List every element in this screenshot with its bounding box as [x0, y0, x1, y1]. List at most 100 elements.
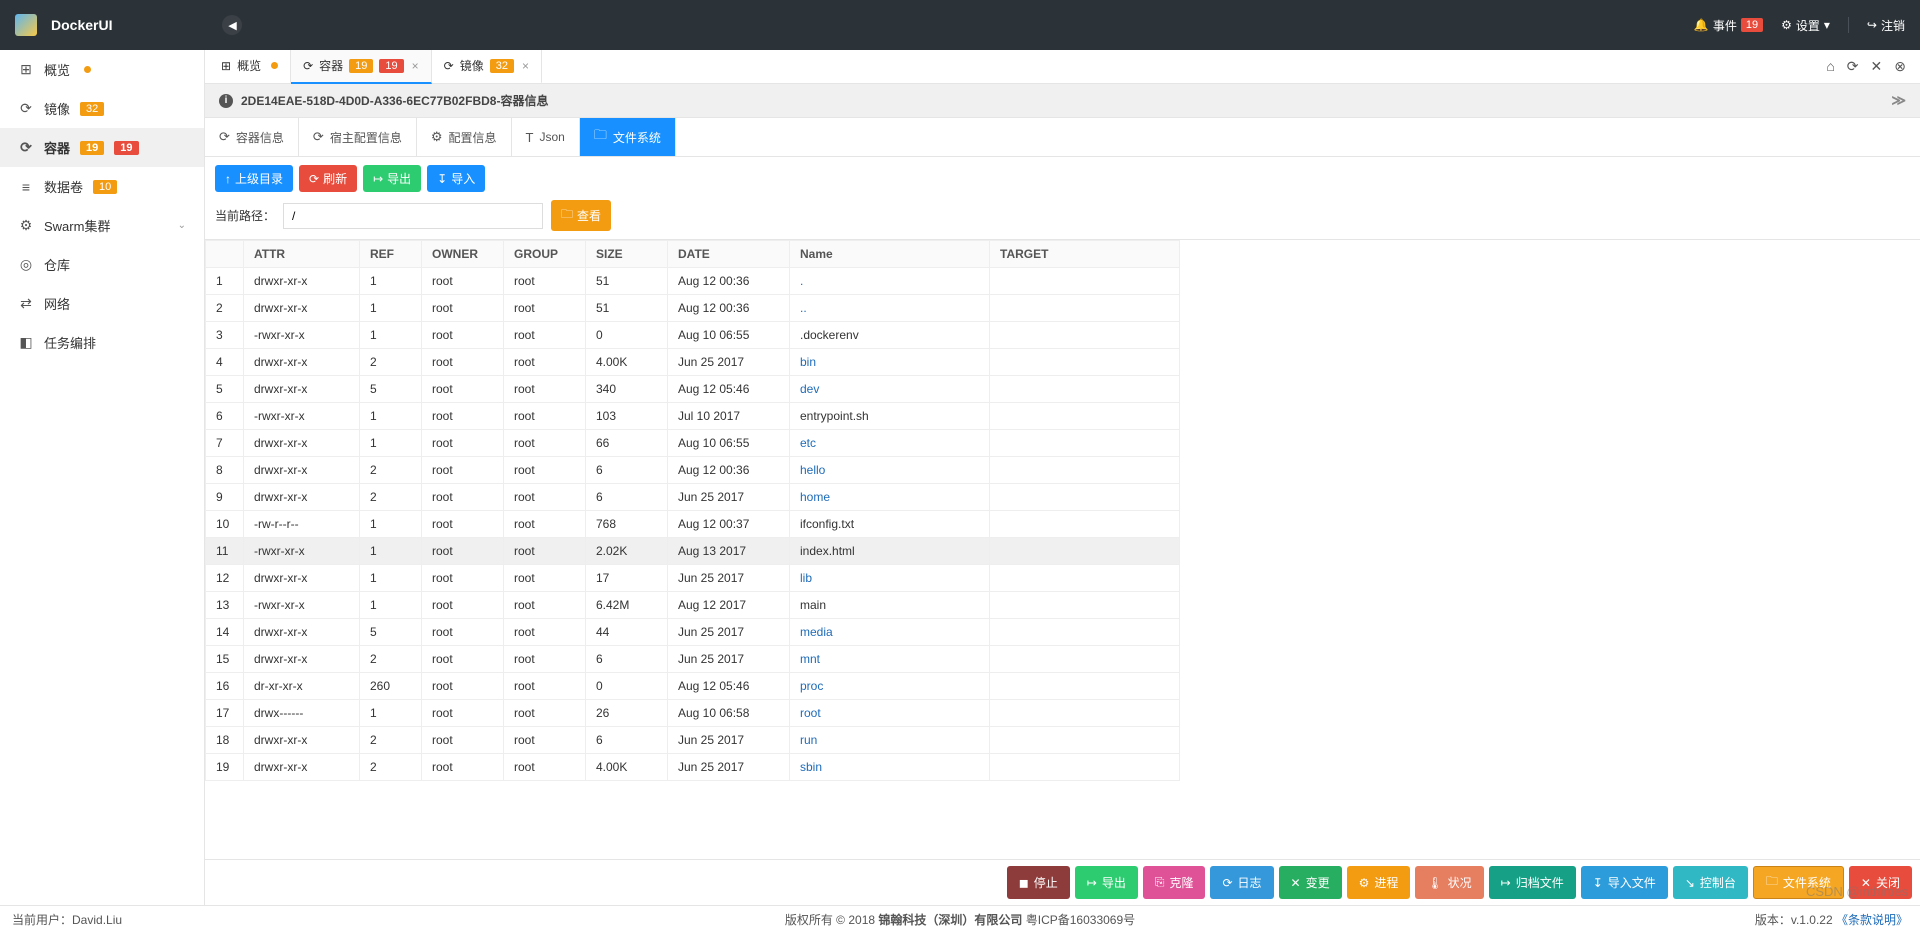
- name-cell[interactable]: .: [790, 268, 990, 295]
- name-cell[interactable]: media: [790, 619, 990, 646]
- name-cell[interactable]: proc: [790, 673, 990, 700]
- bottom-btn-关闭[interactable]: ✕关闭: [1849, 866, 1912, 899]
- refresh-icon[interactable]: ⟳: [1847, 58, 1859, 75]
- name-cell[interactable]: root: [790, 700, 990, 727]
- bottom-btn-导出[interactable]: ↦导出: [1075, 866, 1138, 899]
- bottom-btn-控制台[interactable]: ↘控制台: [1673, 866, 1748, 899]
- size-cell: 0: [586, 322, 668, 349]
- bottom-btn-日志[interactable]: ⟳日志: [1210, 866, 1273, 899]
- bottom-btn-导入文件[interactable]: ↧导入文件: [1581, 866, 1668, 899]
- name-cell[interactable]: run: [790, 727, 990, 754]
- name-cell[interactable]: ..: [790, 295, 990, 322]
- import-button[interactable]: ↧导入: [427, 165, 485, 192]
- col-header[interactable]: OWNER: [422, 241, 504, 268]
- col-header[interactable]: REF: [360, 241, 422, 268]
- up-dir-button[interactable]: ↑上级目录: [215, 165, 293, 192]
- inner-tab-0[interactable]: ⟳容器信息: [205, 118, 299, 156]
- sidebar-item-3[interactable]: ≡数据卷10: [0, 167, 204, 206]
- sidebar-item-7[interactable]: ◧任务编排: [0, 323, 204, 362]
- col-header[interactable]: TARGET: [990, 241, 1180, 268]
- table-row[interactable]: 1 drwxr-xr-x 1 root root 51 Aug 12 00:36…: [206, 268, 1180, 295]
- col-header[interactable]: SIZE: [586, 241, 668, 268]
- inner-tab-label: 文件系统: [613, 129, 661, 146]
- home-icon[interactable]: ⌂: [1826, 58, 1834, 75]
- bottom-btn-状况[interactable]: 🌡状况: [1415, 866, 1483, 899]
- path-input[interactable]: [283, 203, 543, 229]
- name-cell[interactable]: hello: [790, 457, 990, 484]
- ref-cell: 2: [360, 484, 422, 511]
- bottom-btn-归档文件[interactable]: ↦归档文件: [1489, 866, 1576, 899]
- name-cell[interactable]: etc: [790, 430, 990, 457]
- name-cell[interactable]: bin: [790, 349, 990, 376]
- table-row[interactable]: 13 -rwxr-xr-x 1 root root 6.42M Aug 12 2…: [206, 592, 1180, 619]
- name-cell[interactable]: lib: [790, 565, 990, 592]
- view-button[interactable]: 🗀查看: [551, 200, 611, 231]
- col-header[interactable]: GROUP: [504, 241, 586, 268]
- table-row[interactable]: 17 drwx------ 1 root root 26 Aug 10 06:5…: [206, 700, 1180, 727]
- table-row[interactable]: 10 -rw-r--r-- 1 root root 768 Aug 12 00:…: [206, 511, 1180, 538]
- inner-tab-1[interactable]: ⟳宿主配置信息: [299, 118, 417, 156]
- table-row[interactable]: 4 drwxr-xr-x 2 root root 4.00K Jun 25 20…: [206, 349, 1180, 376]
- events-button[interactable]: 🔔 事件 19: [1694, 17, 1763, 34]
- sidebar-collapse-button[interactable]: ◀: [222, 15, 242, 35]
- size-cell: 2.02K: [586, 538, 668, 565]
- inner-tab-2[interactable]: ⚙配置信息: [417, 118, 512, 156]
- close-tab-icon[interactable]: ✕: [1871, 58, 1883, 75]
- table-row[interactable]: 3 -rwxr-xr-x 1 root root 0 Aug 10 06:55 …: [206, 322, 1180, 349]
- date-cell: Jun 25 2017: [668, 484, 790, 511]
- table-row[interactable]: 19 drwxr-xr-x 2 root root 4.00K Jun 25 2…: [206, 754, 1180, 781]
- sidebar-item-2[interactable]: ⟳容器1919: [0, 128, 204, 167]
- inner-tab-3[interactable]: TJson: [512, 118, 580, 156]
- terms-link[interactable]: 《条款说明》: [1836, 913, 1908, 927]
- brand-logo[interactable]: DockerUI: [15, 14, 112, 36]
- close-icon[interactable]: ×: [522, 59, 529, 73]
- bottom-btn-克隆[interactable]: ⎘克隆: [1143, 866, 1206, 899]
- table-row[interactable]: 14 drwxr-xr-x 5 root root 44 Jun 25 2017…: [206, 619, 1180, 646]
- col-header[interactable]: Name: [790, 241, 990, 268]
- close-all-icon[interactable]: ⊗: [1894, 58, 1906, 75]
- sidebar-item-6[interactable]: ⇄网络: [0, 284, 204, 323]
- bottom-btn-进程[interactable]: ⚙进程: [1347, 866, 1411, 899]
- tab-1[interactable]: ⟳容器1919×: [291, 50, 432, 84]
- sidebar-item-1[interactable]: ⟳镜像32: [0, 89, 204, 128]
- close-icon[interactable]: ×: [412, 59, 419, 73]
- attr-cell: -rwxr-xr-x: [244, 538, 360, 565]
- table-row[interactable]: 18 drwxr-xr-x 2 root root 6 Jun 25 2017 …: [206, 727, 1180, 754]
- col-header[interactable]: [206, 241, 244, 268]
- export-button[interactable]: ↦导出: [363, 165, 421, 192]
- table-row[interactable]: 2 drwxr-xr-x 1 root root 51 Aug 12 00:36…: [206, 295, 1180, 322]
- table-row[interactable]: 16 dr-xr-xr-x 260 root root 0 Aug 12 05:…: [206, 673, 1180, 700]
- bottom-btn-停止[interactable]: ◼停止: [1007, 866, 1070, 899]
- idx-cell: 11: [206, 538, 244, 565]
- expand-icon[interactable]: ≫: [1891, 92, 1906, 109]
- group-cell: root: [504, 430, 586, 457]
- bottom-btn-变更[interactable]: ✕变更: [1279, 866, 1342, 899]
- name-cell[interactable]: mnt: [790, 646, 990, 673]
- sidebar-icon: ◎: [18, 256, 34, 273]
- table-row[interactable]: 8 drwxr-xr-x 2 root root 6 Aug 12 00:36 …: [206, 457, 1180, 484]
- inner-tab-4[interactable]: 🗀文件系统: [580, 118, 676, 156]
- tab-0[interactable]: ⊞概览: [209, 50, 291, 84]
- col-header[interactable]: ATTR: [244, 241, 360, 268]
- bottom-btn-文件系统[interactable]: 🗀文件系统: [1753, 866, 1844, 899]
- target-cell: [990, 403, 1180, 430]
- table-row[interactable]: 12 drwxr-xr-x 1 root root 17 Jun 25 2017…: [206, 565, 1180, 592]
- col-header[interactable]: DATE: [668, 241, 790, 268]
- sidebar-item-4[interactable]: ⚙Swarm集群⌄: [0, 206, 204, 245]
- name-cell[interactable]: sbin: [790, 754, 990, 781]
- table-row[interactable]: 6 -rwxr-xr-x 1 root root 103 Jul 10 2017…: [206, 403, 1180, 430]
- table-row[interactable]: 15 drwxr-xr-x 2 root root 6 Jun 25 2017 …: [206, 646, 1180, 673]
- name-cell[interactable]: home: [790, 484, 990, 511]
- table-row[interactable]: 5 drwxr-xr-x 5 root root 340 Aug 12 05:4…: [206, 376, 1180, 403]
- refresh-button[interactable]: ⟳刷新: [299, 165, 357, 192]
- table-row[interactable]: 7 drwxr-xr-x 1 root root 66 Aug 10 06:55…: [206, 430, 1180, 457]
- sidebar-item-5[interactable]: ◎仓库: [0, 245, 204, 284]
- name-cell[interactable]: dev: [790, 376, 990, 403]
- inner-tab-label: 宿主配置信息: [330, 129, 402, 146]
- table-row[interactable]: 9 drwxr-xr-x 2 root root 6 Jun 25 2017 h…: [206, 484, 1180, 511]
- logout-button[interactable]: ↪ 注销: [1867, 17, 1905, 34]
- tab-2[interactable]: ⟳镜像32×: [432, 50, 542, 84]
- sidebar-item-0[interactable]: ⊞概览: [0, 50, 204, 89]
- table-row[interactable]: 11 -rwxr-xr-x 1 root root 2.02K Aug 13 2…: [206, 538, 1180, 565]
- settings-button[interactable]: ⚙ 设置 ▾: [1781, 17, 1830, 34]
